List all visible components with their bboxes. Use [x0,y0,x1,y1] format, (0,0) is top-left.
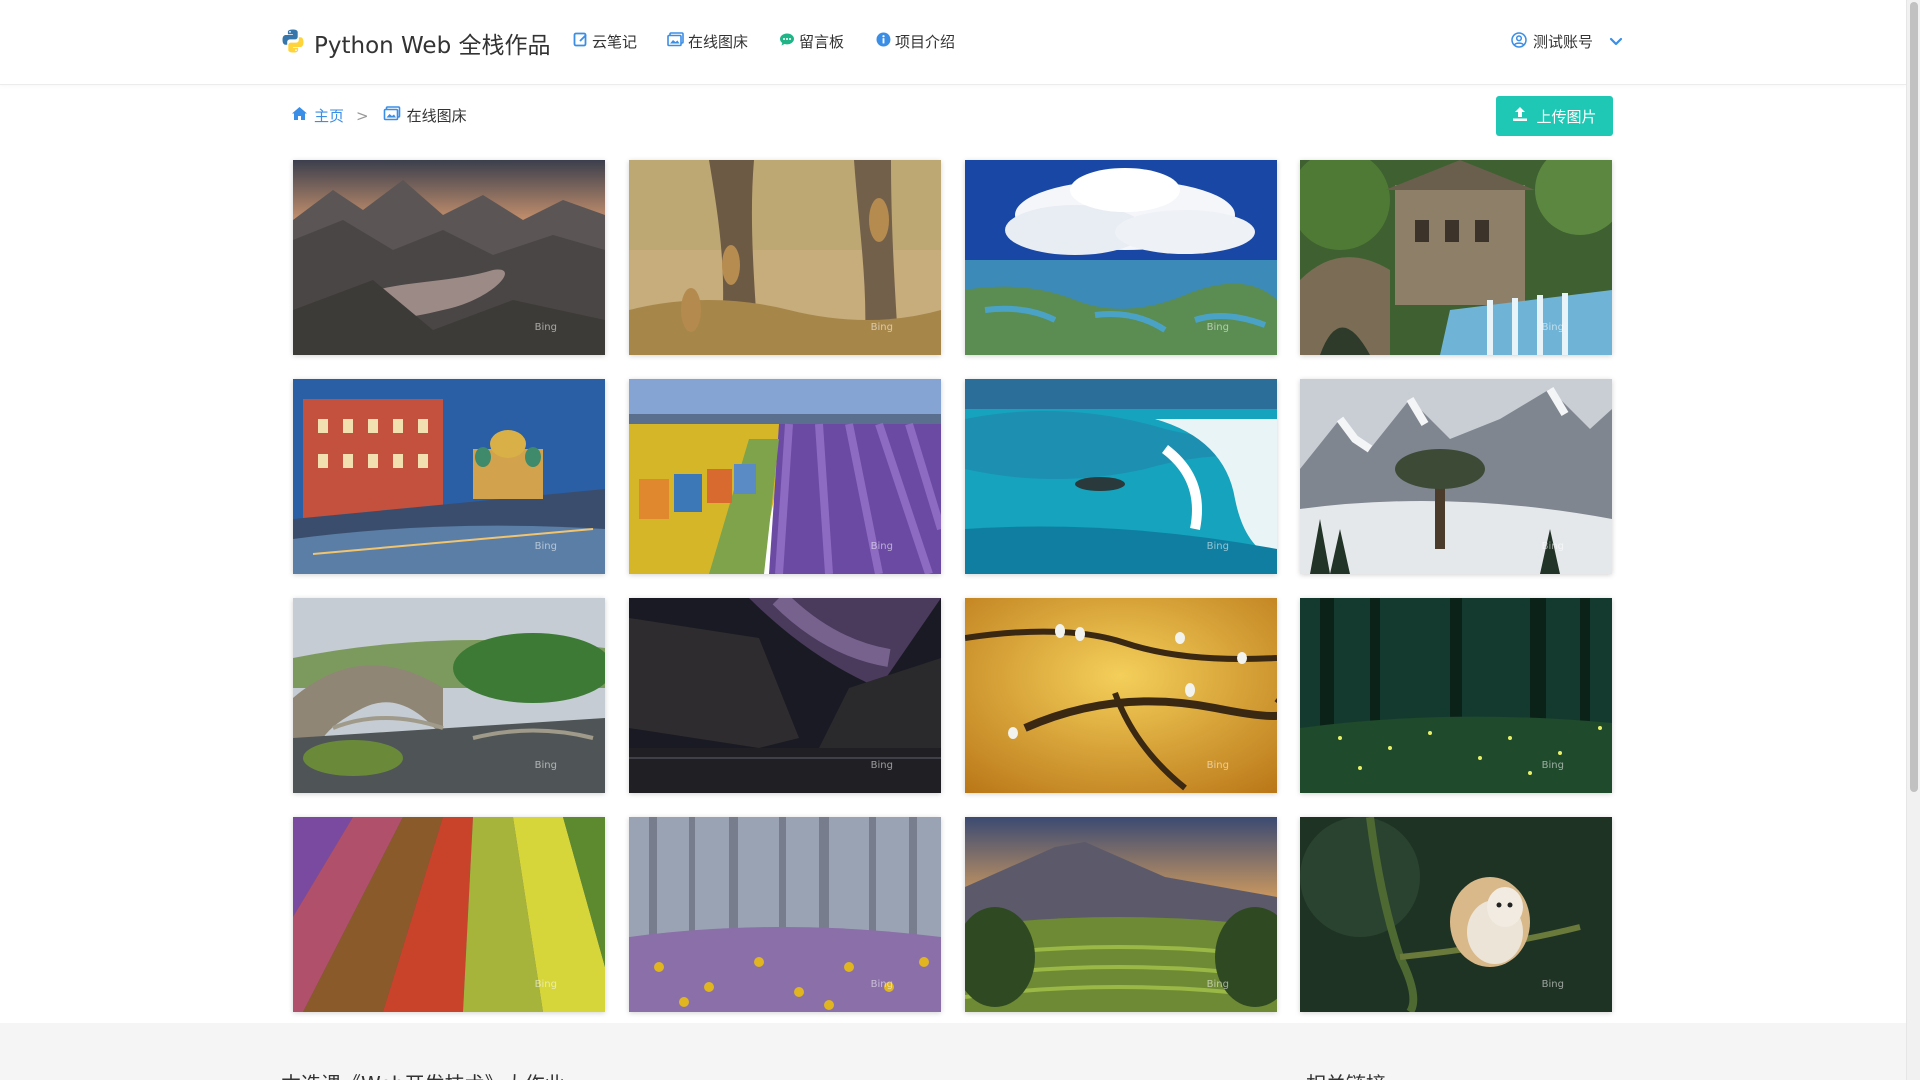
bing-watermark: Bing [1206,760,1229,771]
breadcrumb-separator: > [356,106,369,125]
gallery-image-stone-bridge[interactable]: Bing [293,598,605,793]
bing-watermark: Bing [1541,322,1564,333]
python-logo-icon [280,28,306,58]
gallery-image-sunflower-lavender[interactable]: Bing [629,379,941,574]
bing-watermark: Bing [534,541,557,552]
gallery-image-snowy-mountain[interactable]: Bing [1300,379,1612,574]
bing-watermark: Bing [1206,541,1229,552]
bing-watermark: Bing [1206,979,1229,990]
brand-title: Python Web 全栈作品 [314,33,551,59]
breadcrumb-home[interactable]: 主页 [291,105,344,126]
bing-watermark: Bing [870,541,893,552]
footer: 本选课《Web开发技术》大作业 相关链接 [0,1023,1906,1080]
nav-item-about[interactable]: 项目介绍 [876,31,955,52]
footer-course-heading: 本选课《Web开发技术》大作业 [281,1068,565,1080]
gallery-image-firefly-forest[interactable]: Bing [1300,598,1612,793]
bing-watermark: Bing [1206,322,1229,333]
upload-button-label: 上传图片 [1536,107,1597,126]
footer-links-heading: 相关链接 [1306,1068,1386,1080]
note-icon [573,32,588,51]
bing-watermark: Bing [870,760,893,771]
upload-icon [1512,106,1528,126]
gallery-image-stone-mill[interactable]: Bing [1300,160,1612,355]
gallery-image-mountain-lake[interactable]: Bing [293,160,605,355]
user-circle-icon [1511,31,1527,52]
gallery-image-barn-owl[interactable]: Bing [1300,817,1612,1012]
brand[interactable]: Python Web 全栈作品 [280,26,551,60]
top-navbar: Python Web 全栈作品 云笔记 在线图床 留言板 项目介绍 测试账号 [0,0,1906,85]
nav-item-image-hosting[interactable]: 在线图床 [667,31,748,52]
breadcrumb-current-label: 在线图床 [406,107,467,125]
nav-item-label: 留言板 [799,33,845,51]
page-scrollbar[interactable] [1906,0,1920,1080]
gallery-image-canal-city[interactable]: Bing [293,379,605,574]
bing-watermark: Bing [534,760,557,771]
gallery-image-birds-branches[interactable]: Bing [965,598,1277,793]
gallery-image-milky-way-canyon[interactable]: Bing [629,598,941,793]
chevron-down-icon [1609,33,1623,51]
info-icon [876,32,891,51]
nav-item-message-board[interactable]: 留言板 [779,31,844,52]
gallery-image-cheetah-cubs[interactable]: Bing [629,160,941,355]
gallery-image-misty-forest[interactable]: Bing [629,817,941,1012]
nav-item-notes[interactable]: 云笔记 [573,31,637,52]
breadcrumb-current: 在线图床 [383,105,467,126]
gallery-image-clouds-wetland[interactable]: Bing [965,160,1277,355]
user-menu[interactable]: 测试账号 [1511,31,1623,52]
nav-item-label: 项目介绍 [895,33,956,51]
bing-watermark: Bing [870,322,893,333]
nav-item-label: 在线图床 [688,33,749,51]
upload-image-button[interactable]: 上传图片 [1496,96,1613,136]
bing-watermark: Bing [1541,979,1564,990]
bing-watermark: Bing [1541,760,1564,771]
chat-icon [779,32,795,51]
bing-watermark: Bing [1541,541,1564,552]
gallery-image-volcano-terraces[interactable]: Bing [965,817,1277,1012]
breadcrumb: 主页 > 在线图床 [291,105,467,126]
home-icon [291,106,308,125]
bing-watermark: Bing [534,322,557,333]
gallery-image-tulip-field[interactable]: Bing [293,817,605,1012]
scrollbar-thumb[interactable] [1910,2,1918,792]
bing-watermark: Bing [534,979,557,990]
user-name: 测试账号 [1533,33,1594,51]
nav-item-label: 云笔记 [592,33,638,51]
breadcrumb-home-label: 主页 [314,107,345,125]
image-icon [383,106,401,125]
bing-watermark: Bing [870,979,893,990]
gallery-image-sea-lion-wave[interactable]: Bing [965,379,1277,574]
image-icon [667,32,684,51]
